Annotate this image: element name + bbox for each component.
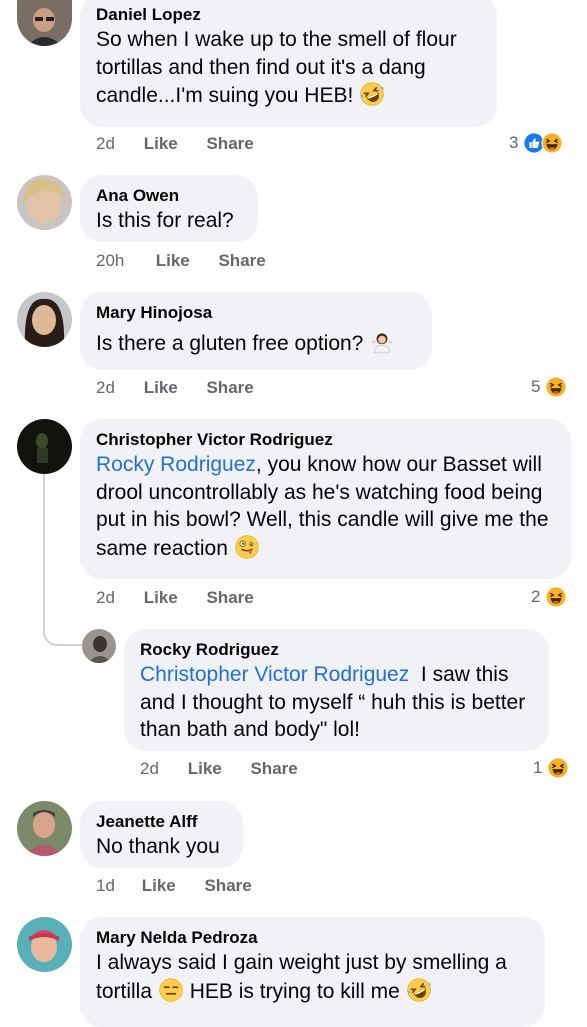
like-button[interactable]: Like: [144, 134, 202, 154]
rofl-emoji: [359, 81, 385, 107]
share-button[interactable]: Share: [206, 378, 253, 398]
comment-meta: 20h Like Share: [96, 251, 266, 271]
comment-bubble: Mary Hinojosa Is there a gluten free opt…: [80, 292, 432, 370]
comment-meta: 1d Like Share: [96, 876, 252, 896]
comment-time[interactable]: 2d: [96, 134, 139, 154]
reply-thread-line: [43, 474, 83, 646]
mention-link[interactable]: Rocky Rodriguez: [96, 453, 256, 476]
reply-author[interactable]: Rocky Rodriguez: [140, 639, 533, 661]
comment-text: No thank you: [96, 835, 220, 858]
avatar[interactable]: [17, 419, 72, 474]
share-button[interactable]: Share: [206, 588, 253, 608]
comment-time[interactable]: 2d: [96, 588, 139, 608]
comment-text: Is there a gluten free option?: [96, 329, 416, 358]
reaction-count: 3: [509, 133, 519, 152]
comment-author[interactable]: Daniel Lopez: [96, 4, 481, 26]
comment-bubble: Daniel Lopez So when I wake up to the sm…: [80, 0, 497, 127]
comment-author[interactable]: Mary Hinojosa: [96, 302, 416, 324]
comment-text: Rocky Rodriguez, you know how our Basset…: [96, 453, 549, 560]
avatar[interactable]: [17, 801, 72, 856]
like-button[interactable]: Like: [188, 759, 246, 779]
comment-time[interactable]: 20h: [96, 251, 151, 271]
haha-icon: [541, 132, 563, 154]
reply-text: Christopher Victor Rodriguez I saw this …: [140, 663, 526, 741]
reply-time[interactable]: 2d: [140, 759, 183, 779]
haha-icon: [545, 586, 567, 608]
share-button[interactable]: Share: [204, 876, 251, 896]
avatar[interactable]: [17, 917, 72, 972]
comment-time[interactable]: 1d: [96, 876, 137, 896]
zany-face-emoji: [234, 534, 260, 560]
share-button[interactable]: Share: [250, 759, 297, 779]
like-button[interactable]: Like: [156, 251, 214, 271]
comment-bubble: Jeanette Alff No thank you: [80, 801, 243, 868]
share-button[interactable]: Share: [218, 251, 265, 271]
comment-author[interactable]: Christopher Victor Rodriguez: [96, 429, 555, 451]
comment-bubble: Christopher Victor Rodriguez Rocky Rodri…: [80, 419, 571, 579]
comment-author[interactable]: Ana Owen: [96, 185, 242, 207]
reply-bubble: Rocky Rodriguez Christopher Victor Rodri…: [124, 629, 549, 751]
reaction-count: 5: [531, 377, 541, 396]
like-button[interactable]: Like: [144, 378, 202, 398]
like-button[interactable]: Like: [144, 588, 202, 608]
reaction-summary[interactable]: 1: [533, 757, 569, 779]
avatar[interactable]: [82, 629, 116, 663]
comment-text: Is this for real?: [96, 209, 234, 232]
comment-meta: 2d Like Share: [96, 134, 254, 154]
comment-meta: 2d Like Share: [96, 378, 254, 398]
comment-author[interactable]: Jeanette Alff: [96, 811, 227, 833]
expressionless-emoji: [158, 977, 184, 1003]
avatar[interactable]: [17, 175, 72, 230]
comment-bubble: Ana Owen Is this for real?: [80, 175, 258, 242]
like-button[interactable]: Like: [142, 876, 200, 896]
reaction-count: 1: [533, 758, 543, 777]
reaction-summary[interactable]: 5: [531, 376, 567, 398]
comment-author[interactable]: Mary Nelda Pedroza: [96, 927, 529, 949]
mention-link[interactable]: Christopher Victor Rodriguez: [140, 663, 409, 686]
reaction-summary[interactable]: 3: [509, 132, 563, 154]
woman-shrugging-emoji: [369, 329, 395, 355]
share-button[interactable]: Share: [206, 134, 253, 154]
comment-text: I always said I gain weight just by smel…: [96, 949, 529, 1005]
haha-icon: [547, 757, 569, 779]
avatar[interactable]: [17, 0, 72, 46]
rofl-emoji: [406, 977, 432, 1003]
comment-bubble: Mary Nelda Pedroza I always said I gain …: [80, 917, 545, 1027]
comment-meta: 2d Like Share: [96, 588, 254, 608]
comment-text: So when I wake up to the smell of flour …: [96, 26, 481, 110]
haha-icon: [545, 376, 567, 398]
reaction-summary[interactable]: 2: [531, 586, 567, 608]
avatar[interactable]: [17, 292, 72, 347]
reaction-count: 2: [531, 587, 541, 606]
comment-time[interactable]: 2d: [96, 378, 139, 398]
reply-meta: 2d Like Share: [140, 759, 298, 779]
